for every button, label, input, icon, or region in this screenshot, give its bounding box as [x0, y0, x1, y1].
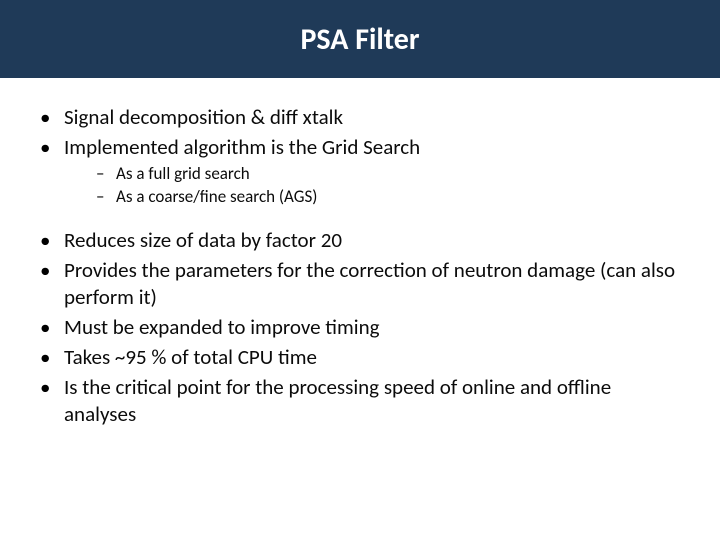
- title-bar: PSA Filter: [0, 0, 720, 78]
- bullet-text: Signal decomposition & diff xtalk: [64, 104, 343, 130]
- bullet-item: Provides the parameters for the correcti…: [34, 257, 686, 310]
- sub-bullet-text: As a coarse/fine search (AGS): [116, 186, 317, 207]
- sub-bullet-text: As a full grid search: [116, 163, 250, 184]
- bullet-text: Is the critical point for the processing…: [64, 374, 611, 426]
- bullet-item: Is the critical point for the processing…: [34, 374, 686, 427]
- bullet-text: Takes ~95 % of total CPU time: [64, 344, 317, 370]
- bullet-item: Must be expanded to improve timing: [34, 314, 686, 340]
- sub-bullet-list: As a full grid search As a coarse/fine s…: [64, 163, 686, 208]
- bullet-item: Takes ~95 % of total CPU time: [34, 344, 686, 370]
- sub-bullet-item: As a coarse/fine search (AGS): [88, 186, 686, 207]
- bullet-list: Signal decomposition & diff xtalk Implem…: [34, 104, 686, 207]
- bullet-text: Reduces size of data by factor 20: [64, 227, 342, 253]
- sub-bullet-item: As a full grid search: [88, 163, 686, 184]
- bullet-text: Must be expanded to improve timing: [64, 314, 380, 340]
- bullet-item: Signal decomposition & diff xtalk: [34, 104, 686, 130]
- bullet-text: Implemented algorithm is the Grid Search: [64, 134, 420, 160]
- spacer: [34, 213, 686, 223]
- slide-body: Signal decomposition & diff xtalk Implem…: [0, 78, 720, 427]
- slide-title: PSA Filter: [300, 21, 419, 58]
- bullet-item: Implemented algorithm is the Grid Search…: [34, 134, 686, 207]
- bullet-text: Provides the parameters for the correcti…: [64, 257, 675, 309]
- bullet-item: Reduces size of data by factor 20: [34, 227, 686, 253]
- bullet-list: Reduces size of data by factor 20 Provid…: [34, 227, 686, 427]
